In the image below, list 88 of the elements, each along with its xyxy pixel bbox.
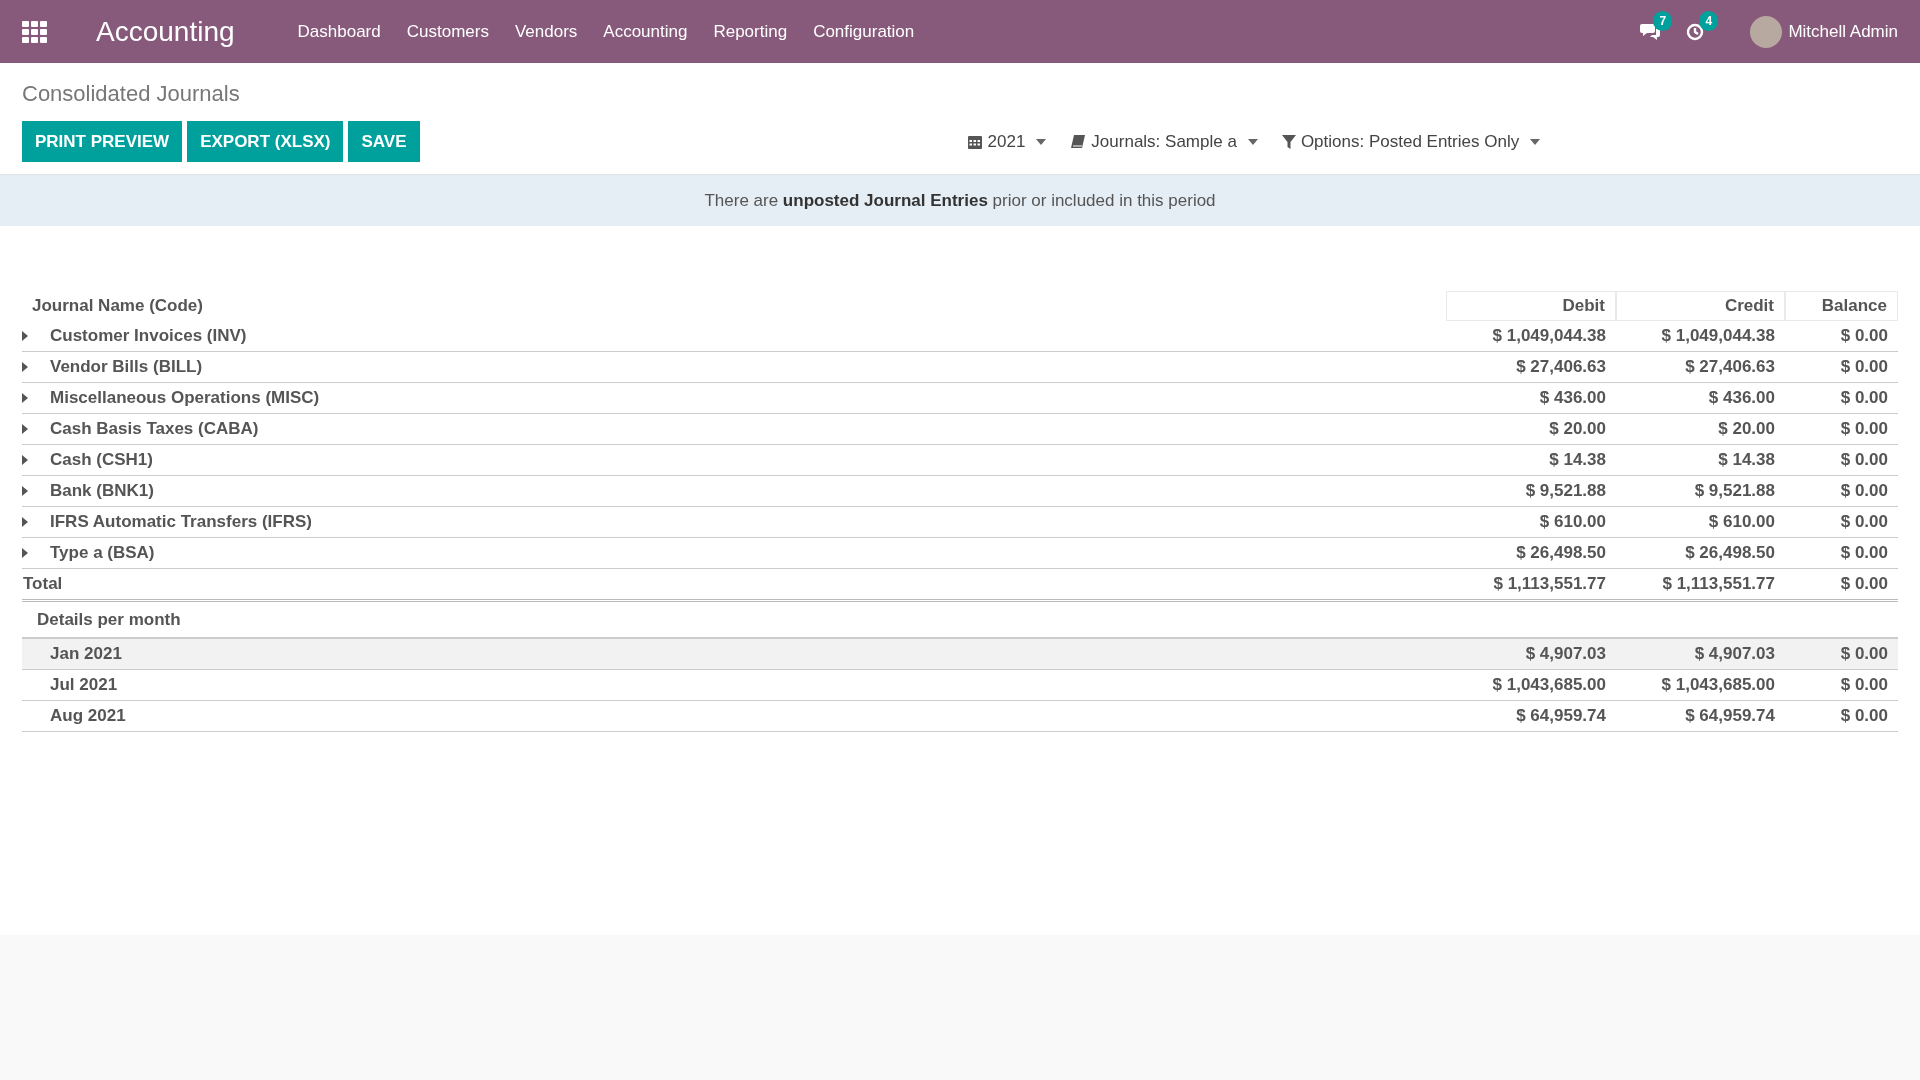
filter-dropdown[interactable]: 2021 <box>966 131 1047 152</box>
message-count-badge: 7 <box>1653 11 1673 31</box>
caret-icon <box>1036 138 1047 145</box>
amount-cell-text: $ 0.00 <box>1839 419 1889 439</box>
page-title: Consolidated Journals <box>22 81 241 107</box>
month-label: Jul 2021 <box>49 675 119 695</box>
expand-caret-icon[interactable] <box>22 486 28 496</box>
menu-item[interactable]: Reporting <box>700 21 801 42</box>
month-label: Aug 2021 <box>49 706 127 726</box>
filter-dropdown[interactable]: Journals: Sample a <box>1070 131 1258 152</box>
amount-cell-text: $ 610.00 <box>1707 512 1776 532</box>
amount-cell-text: $ 4,907.03 <box>1524 644 1607 664</box>
journal-name[interactable]: IFRS Automatic Transfers (IFRS) <box>50 512 312 532</box>
app-title: Accounting <box>96 15 235 48</box>
amount-cell-text: $ 0.00 <box>1839 357 1889 377</box>
amount-cell-text: $ 14.38 <box>1717 450 1776 470</box>
book-icon <box>1070 133 1087 150</box>
amount-cell-text: $ 1,113,551.77 <box>1661 574 1776 594</box>
caret-icon <box>1530 138 1541 145</box>
column-header: Debit <box>1446 291 1616 321</box>
amount-cell-text: $ 1,043,685.00 <box>1660 675 1776 695</box>
amount-cell-text: $ 1,049,044.38 <box>1660 326 1776 346</box>
amount-cell-text: $ 1,113,551.77 <box>1492 574 1607 594</box>
amount-cell-text: $ 14.38 <box>1548 450 1607 470</box>
menu-item[interactable]: Customers <box>393 21 502 42</box>
column-header: Credit <box>1616 291 1785 321</box>
amount-cell-text: $ 20.00 <box>1548 419 1607 439</box>
activity-count-badge: 4 <box>1699 10 1719 31</box>
amount-cell-text: $ 0.00 <box>1839 706 1889 726</box>
expand-caret-icon[interactable] <box>22 362 28 372</box>
journal-name[interactable]: Cash (CSH1) <box>50 450 153 470</box>
amount-cell-text: $ 1,043,685.00 <box>1491 675 1607 695</box>
month-label: Jan 2021 <box>49 644 123 664</box>
amount-cell-text: $ 0.00 <box>1839 512 1889 532</box>
amount-cell-text: $ 26,498.50 <box>1515 543 1607 563</box>
amount-cell-text: $ 0.00 <box>1839 543 1889 563</box>
amount-cell-text: $ 0.00 <box>1839 388 1889 408</box>
amount-cell-text: $ 610.00 <box>1538 512 1607 532</box>
total-label: Total <box>22 574 64 594</box>
section-heading: Details per month <box>36 609 182 630</box>
filter-icon <box>1281 133 1296 150</box>
chat-icon[interactable] <box>1640 23 1661 40</box>
amount-cell-text: $ 0.00 <box>1839 574 1889 594</box>
month-row[interactable]: Aug 2021 $ 64,959.74 $ 64,959.74 $ 0.00 <box>22 701 1898 732</box>
menu-item[interactable]: Vendors <box>501 21 591 42</box>
menu-item[interactable]: Configuration <box>800 21 928 42</box>
apps-menu-icon[interactable] <box>22 20 48 43</box>
column-header: Journal Name (Code) <box>31 296 204 316</box>
expand-caret-icon[interactable] <box>22 331 28 341</box>
amount-cell-text: $ 1,049,044.38 <box>1491 326 1607 346</box>
amount-cell-text: $ 27,406.63 <box>1684 357 1776 377</box>
calendar-icon <box>966 133 983 150</box>
amount-cell-text: $ 9,521.88 <box>1524 481 1607 501</box>
filter-dropdown[interactable]: Options: Posted Entries Only <box>1281 131 1541 152</box>
amount-cell-text: $ 0.00 <box>1839 481 1889 501</box>
caret-icon <box>1247 138 1258 145</box>
journal-name[interactable]: Customer Invoices (INV) <box>50 326 247 346</box>
menu-item[interactable]: Dashboard <box>284 21 394 42</box>
month-row[interactable]: Jan 2021 $ 4,907.03 $ 4,907.03 $ 0.00 <box>22 639 1898 670</box>
amount-cell-text: $ 0.00 <box>1839 675 1889 695</box>
journal-name[interactable]: Vendor Bills (BILL) <box>50 357 203 377</box>
amount-cell-text: $ 0.00 <box>1839 326 1889 346</box>
user-name[interactable]: Mitchell Admin <box>1788 21 1898 42</box>
amount-cell-text: $ 4,907.03 <box>1693 644 1776 664</box>
journal-name[interactable]: Bank (BNK1) <box>50 481 154 501</box>
amount-cell-text: $ 0.00 <box>1839 644 1889 664</box>
column-header: Balance <box>1785 291 1898 321</box>
expand-caret-icon[interactable] <box>22 393 28 403</box>
menu-item[interactable]: Accounting <box>590 21 701 42</box>
month-row[interactable]: Jul 2021 $ 1,043,685.00 $ 1,043,685.00 $ 0.00 <box>22 670 1898 701</box>
amount-cell-text: $ 64,959.74 <box>1515 706 1607 726</box>
amount-cell-text: $ 64,959.74 <box>1684 706 1776 726</box>
amount-cell-text: $ 436.00 <box>1538 388 1607 408</box>
amount-cell-text: $ 20.00 <box>1717 419 1776 439</box>
journal-name[interactable]: Cash Basis Taxes (CABA) <box>50 419 259 439</box>
expand-caret-icon[interactable] <box>22 548 28 558</box>
expand-caret-icon[interactable] <box>22 517 28 527</box>
clock-icon[interactable] <box>1686 22 1705 41</box>
amount-cell-text: $ 436.00 <box>1707 388 1776 408</box>
amount-cell-text: $ 27,406.63 <box>1515 357 1607 377</box>
journal-name[interactable]: Miscellaneous Operations (MISC) <box>50 388 320 408</box>
journal-name[interactable]: Type a (BSA) <box>50 543 155 563</box>
amount-cell-text: $ 26,498.50 <box>1684 543 1776 563</box>
amount-cell-text: $ 0.00 <box>1839 450 1889 470</box>
expand-caret-icon[interactable] <box>22 424 28 434</box>
unposted-entries-notice: There are unposted Journal Entries prior or included in this period <box>704 190 1216 211</box>
expand-caret-icon[interactable] <box>22 455 28 465</box>
amount-cell-text: $ 9,521.88 <box>1693 481 1776 501</box>
